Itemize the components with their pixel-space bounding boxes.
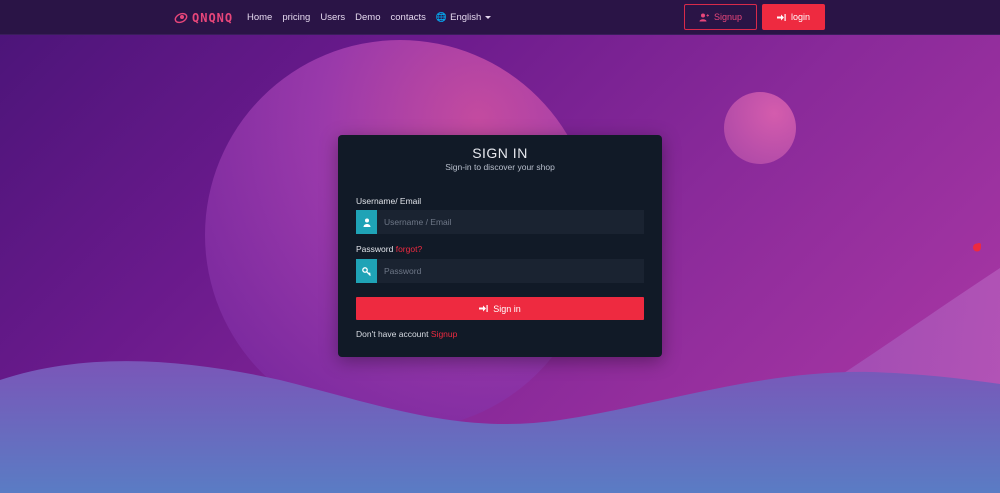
user-icon (356, 210, 377, 234)
login-button[interactable]: login (762, 4, 825, 30)
password-input[interactable] (377, 259, 644, 283)
signup-link[interactable]: Signup (431, 329, 457, 339)
sign-in-icon (479, 305, 488, 312)
key-icon (356, 259, 377, 283)
username-input-group (356, 210, 644, 234)
signup-button[interactable]: Signup (684, 4, 757, 30)
language-dropdown[interactable]: 🌐 English (435, 12, 492, 23)
decorative-blob-icon (973, 243, 981, 252)
password-input-group (356, 259, 644, 283)
username-input[interactable] (377, 210, 644, 234)
signin-card: SIGN IN Sign-in to discover your shop Us… (338, 135, 662, 357)
signup-button-label: Signup (713, 12, 743, 22)
username-label: Username/ Email (356, 196, 422, 206)
caret-down-icon (485, 16, 492, 19)
nav-link-users[interactable]: Users (320, 12, 345, 23)
sign-in-icon (776, 13, 786, 21)
login-button-label: login (790, 12, 810, 22)
password-label-row: Password forgot? (356, 244, 422, 254)
nav-link-home[interactable]: Home (247, 12, 272, 23)
no-account-text: Don't have account (356, 329, 429, 339)
password-label: Password (356, 244, 394, 254)
forgot-password-link[interactable]: forgot? (396, 244, 422, 254)
signin-button[interactable]: Sign in (356, 297, 644, 320)
brand-name: QNQNQ (192, 11, 234, 25)
user-plus-icon (699, 13, 709, 21)
rocket-icon (174, 12, 188, 24)
signin-title: SIGN IN (472, 145, 528, 161)
brand-logo[interactable]: QNQNQ (173, 8, 233, 28)
nav-link-demo[interactable]: Demo (355, 12, 380, 23)
signin-button-label: Sign in (493, 303, 521, 314)
language-label: English (450, 12, 482, 23)
nav-link-pricing[interactable]: pricing (282, 12, 310, 23)
navbar: QNQNQ Home pricing Users Demo contacts 🌐… (0, 0, 1000, 35)
nav-links: Home pricing Users Demo contacts 🌐 Engli… (247, 0, 492, 35)
nav-link-contacts[interactable]: contacts (391, 12, 426, 23)
signup-prompt: Don't have account Signup (356, 329, 457, 339)
signin-subtitle: Sign-in to discover your shop (445, 162, 555, 172)
globe-icon: 🌐 (435, 12, 448, 22)
